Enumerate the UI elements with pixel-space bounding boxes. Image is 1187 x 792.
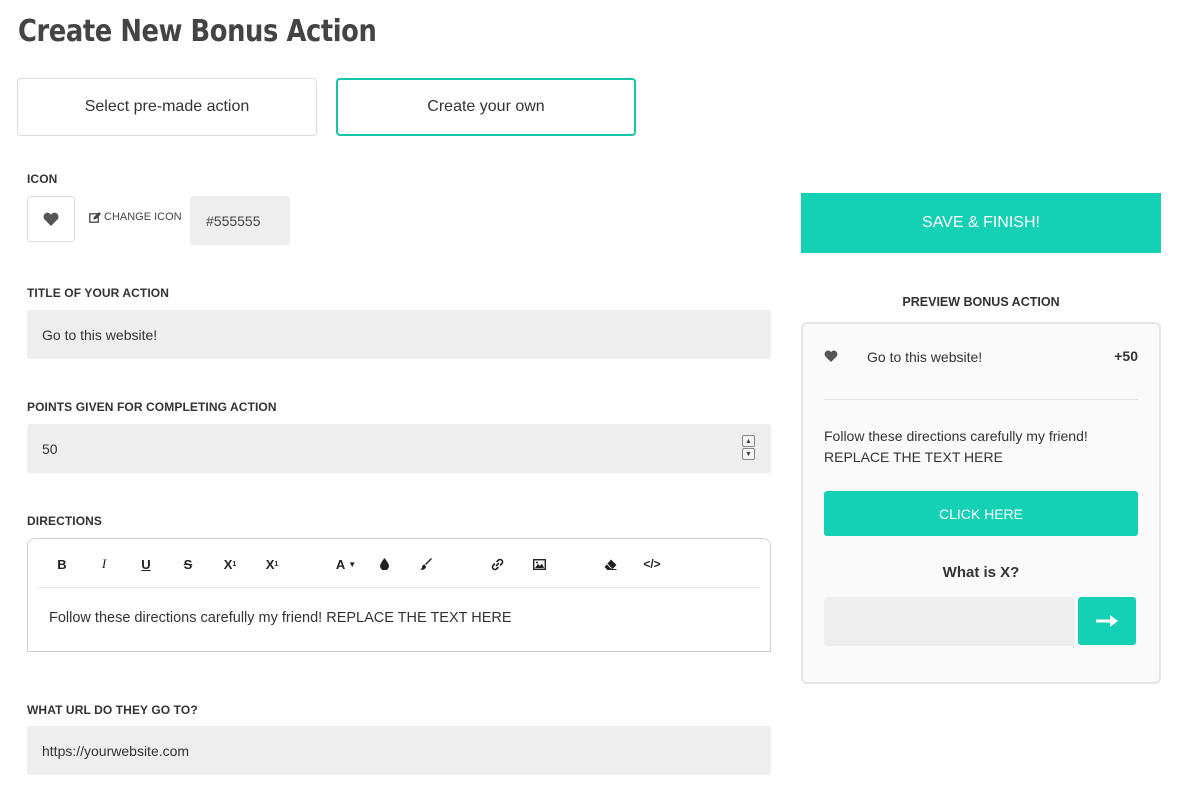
eraser-icon — [604, 559, 616, 570]
tab-select-premade-action[interactable]: Select pre-made action — [17, 78, 317, 136]
image-button[interactable] — [528, 555, 550, 573]
underline-button[interactable]: U — [135, 555, 157, 573]
preview-title: PREVIEW BONUS ACTION — [902, 295, 1060, 309]
link-icon — [491, 558, 503, 570]
preview-directions-line1: Follow these directions carefully my fri… — [824, 428, 1088, 444]
heart-icon — [824, 350, 838, 362]
icon-color-input[interactable] — [190, 196, 290, 245]
clear-format-button[interactable] — [599, 555, 621, 573]
code-view-button[interactable]: </> — [641, 555, 663, 573]
title-input-value: Go to this website! — [42, 326, 158, 343]
stepper-up-icon[interactable]: ▲ — [742, 435, 755, 447]
arrow-right-icon — [1096, 615, 1118, 627]
editor-toolbar: B I U S X1 X1 A ▼ </> — [38, 539, 760, 588]
font-color-icon: A — [335, 556, 346, 572]
save-finish-button[interactable]: SAVE & FINISH! — [801, 193, 1161, 253]
code-icon: </> — [643, 557, 661, 571]
directions-editor-content[interactable]: Follow these directions carefully my fri… — [49, 610, 512, 626]
preview-card: Go to this website! +50 Follow these dir… — [801, 322, 1161, 684]
underline-icon: U — [141, 556, 151, 572]
paintbrush-icon — [420, 558, 432, 570]
subscript-button[interactable]: X1 — [219, 555, 241, 573]
preview-directions: Follow these directions carefully my fri… — [824, 426, 1134, 468]
directions-label: DIRECTIONS — [27, 514, 103, 528]
points-input-value: 50 — [42, 440, 58, 457]
preview-points: +50 — [1114, 348, 1138, 364]
preview-directions-line2: REPLACE THE TEXT HERE — [824, 449, 1003, 465]
preview-submit-button[interactable] — [1078, 597, 1136, 645]
icon-label: ICON — [27, 172, 58, 186]
image-icon — [532, 558, 546, 570]
title-label: TITLE OF YOUR ACTION — [27, 286, 169, 300]
url-input[interactable]: https://yourwebsite.com — [27, 726, 771, 775]
droplet-icon — [379, 558, 389, 570]
url-input-value: https://yourwebsite.com — [42, 742, 190, 759]
bold-button[interactable]: B — [51, 555, 73, 573]
url-label: WHAT URL DO THEY GO TO? — [27, 703, 198, 717]
preview-click-here-button[interactable]: CLICK HERE — [824, 491, 1138, 536]
edit-icon — [89, 211, 101, 223]
heart-icon — [43, 212, 59, 226]
italic-button[interactable]: I — [93, 555, 115, 573]
superscript-icon: X — [265, 556, 275, 572]
change-icon-label: CHANGE ICON — [104, 211, 182, 223]
preview-answer-input[interactable] — [824, 597, 1075, 646]
subscript-icon: X — [223, 556, 233, 572]
icon-preview-box[interactable] — [27, 196, 75, 242]
tab-create-your-own[interactable]: Create your own — [336, 78, 636, 136]
italic-icon: I — [101, 556, 107, 571]
title-input[interactable]: Go to this website! — [27, 310, 771, 359]
bold-icon: B — [57, 556, 67, 572]
preview-action-name: Go to this website! — [867, 349, 983, 365]
preview-question: What is X? — [942, 564, 1020, 581]
caret-down-icon: ▼ — [348, 559, 357, 569]
stepper-down-icon[interactable]: ▼ — [742, 448, 755, 460]
brush-button[interactable] — [415, 555, 437, 573]
font-color-dropdown[interactable]: A ▼ — [331, 555, 361, 573]
page-title: Create New Bonus Action — [18, 14, 377, 49]
change-icon-link[interactable]: CHANGE ICON — [89, 211, 182, 223]
points-stepper[interactable]: ▲ ▼ — [742, 435, 755, 461]
fill-color-button[interactable] — [373, 555, 395, 573]
points-label: POINTS GIVEN FOR COMPLETING ACTION — [27, 400, 277, 414]
points-input[interactable]: 50 ▲ ▼ — [27, 424, 771, 473]
superscript-button[interactable]: X1 — [261, 555, 283, 573]
preview-divider — [824, 399, 1138, 400]
link-button[interactable] — [486, 555, 508, 573]
directions-editor[interactable]: B I U S X1 X1 A ▼ </> Follow these direct… — [27, 538, 771, 652]
strikethrough-button[interactable]: S — [177, 555, 199, 573]
strikethrough-icon: S — [183, 556, 193, 572]
